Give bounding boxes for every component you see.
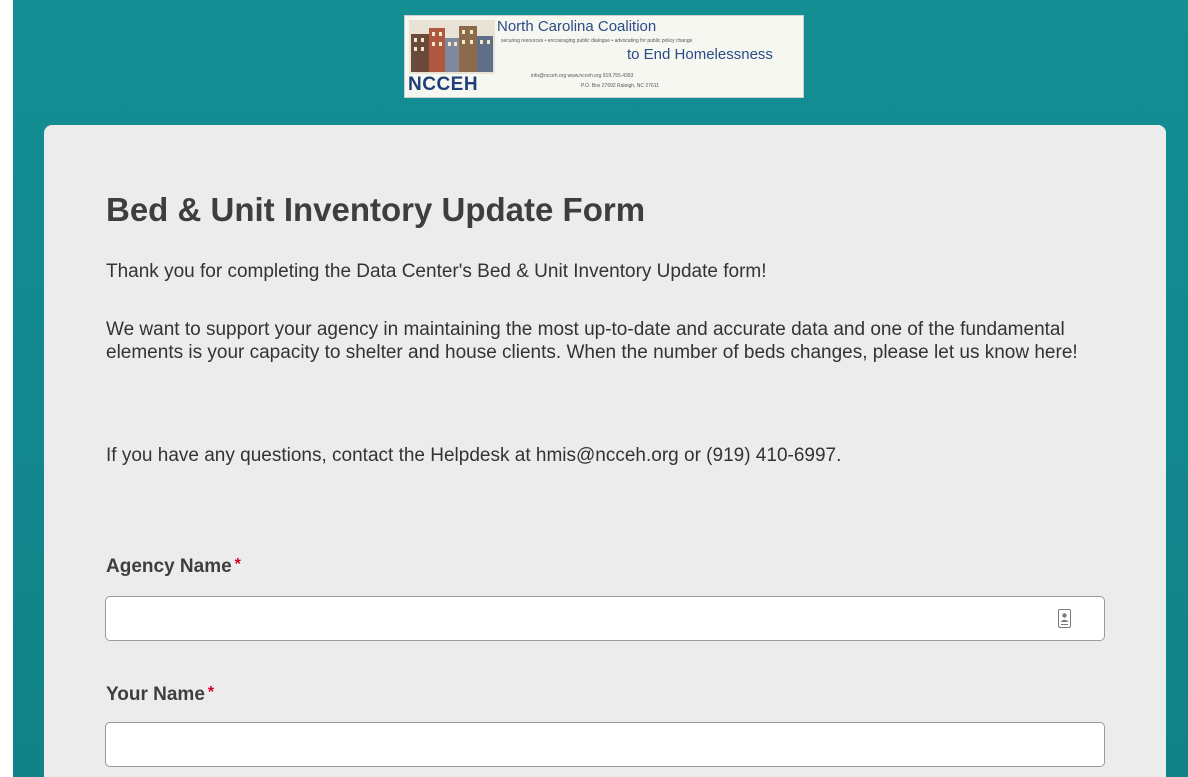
ncceh-logo: NCCEH North Carolina Coalition securing … <box>404 15 804 98</box>
agency-name-input[interactable] <box>105 596 1105 641</box>
logo-acronym: NCCEH <box>408 74 479 95</box>
buildings-illustration <box>409 20 495 74</box>
your-name-input[interactable] <box>105 722 1105 767</box>
your-name-label-text: Your Name <box>106 684 205 705</box>
form-title: Bed & Unit Inventory Update Form <box>106 191 646 228</box>
agency-name-label-text: Agency Name <box>106 556 232 577</box>
logo-tagline: securing resources • encouraging public … <box>501 38 693 44</box>
logo-contact: info@ncceh.org www.ncceh.org 919.755.439… <box>531 73 634 79</box>
required-marker: * <box>207 684 215 701</box>
required-marker: * <box>234 556 241 573</box>
contact-card-icon[interactable] <box>1058 609 1071 628</box>
intro-contact: If you have any questions, contact the H… <box>106 445 842 466</box>
intro-thanks: Thank you for completing the Data Center… <box>106 261 767 282</box>
intro-support: We want to support your agency in mainta… <box>106 319 1078 363</box>
logo-address: P.O. Box 27692 Raleigh, NC 27611 <box>581 83 659 89</box>
your-name-label: Your Name * <box>106 684 214 706</box>
logo-org-line2: to End Homelessness <box>627 46 773 63</box>
agency-name-label: Agency Name * <box>106 556 241 578</box>
logo-org-line1: North Carolina Coalition <box>497 18 657 35</box>
